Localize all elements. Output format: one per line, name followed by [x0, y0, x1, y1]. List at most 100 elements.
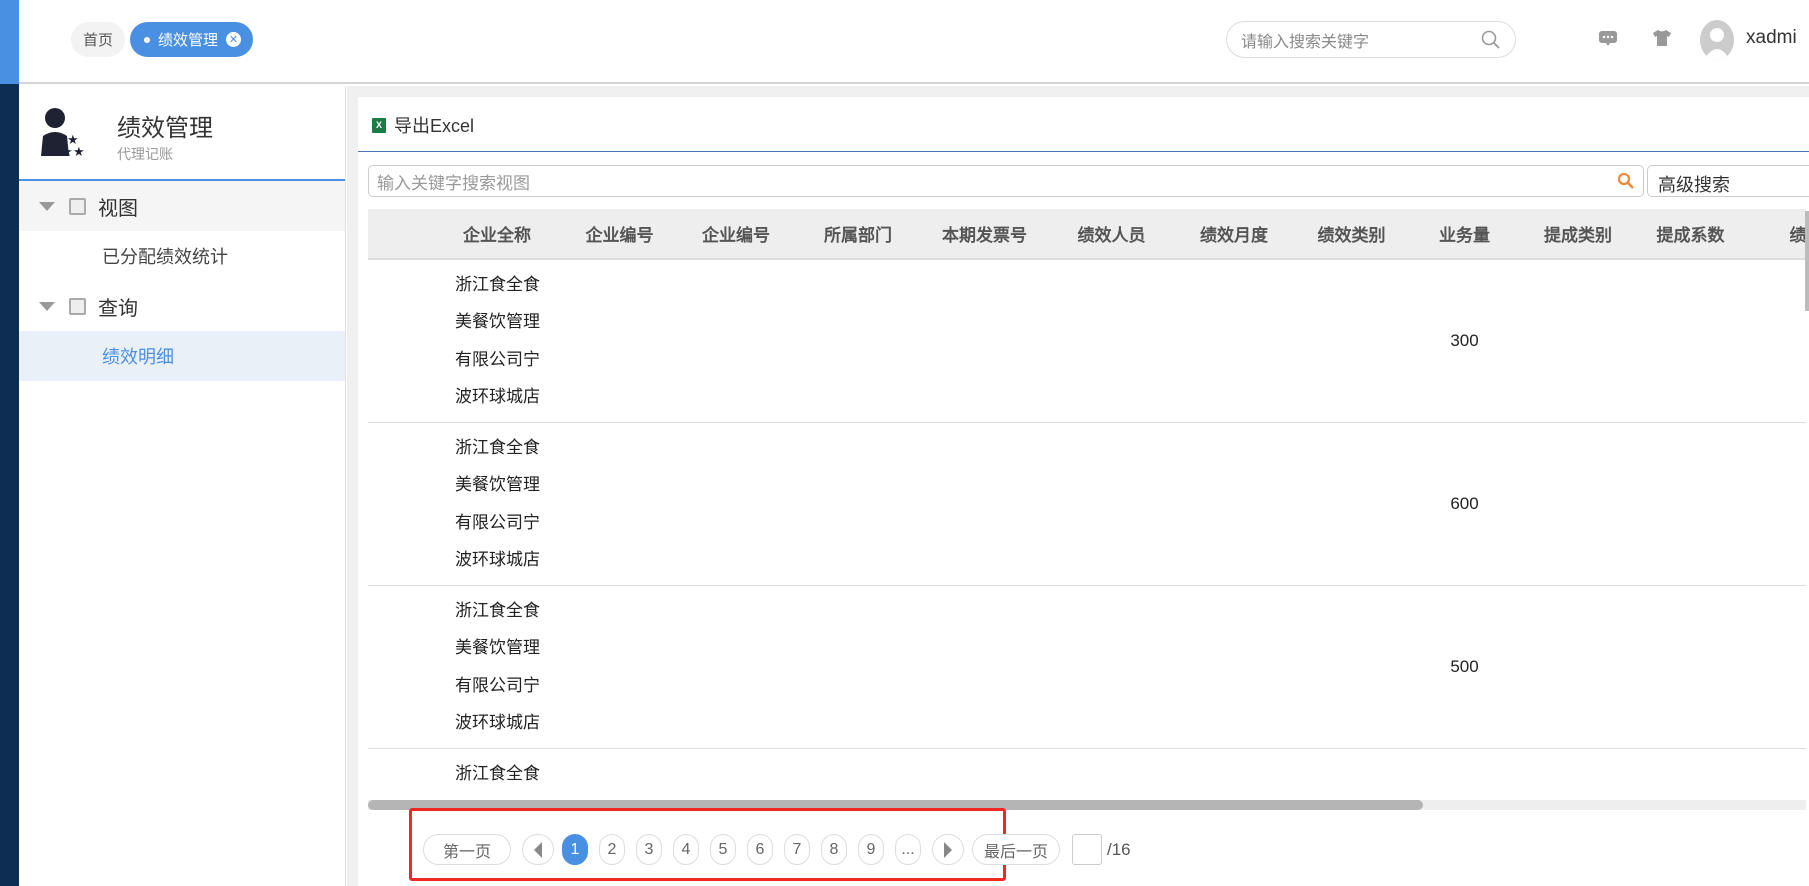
view-search-input[interactable]: 输入关键字搜索视图 [368, 165, 1644, 197]
sidebar-header: ★ ★ ★ 绩效管理 代理记账 [19, 86, 345, 181]
caret-left-icon [534, 841, 542, 858]
divider [358, 151, 1809, 152]
search-placeholder: 请输入搜索关键字 [1241, 33, 1370, 51]
table-cell [1636, 748, 1745, 799]
close-icon[interactable]: ✕ [226, 32, 242, 47]
sidebar: ★ ★ ★ 绩效管理 代理记账 视图 已分配绩效统计 查询 绩效明细 [19, 86, 346, 886]
page-button[interactable]: 2 [599, 834, 625, 865]
table-cell [563, 259, 676, 423]
column-header[interactable]: 企业全称 [368, 209, 563, 260]
last-page-button[interactable]: 最后一页 [972, 834, 1060, 865]
sidebar-title: 绩效管理 [117, 115, 213, 142]
table-cell [563, 748, 676, 799]
table-cell [676, 259, 796, 423]
pagination: 第一页 1 2 3 4 5 6 7 8 9... 最后一页 /16 [423, 834, 1131, 865]
table-cell [1049, 422, 1174, 586]
caret-down-icon [39, 201, 55, 211]
column-header[interactable]: 绩效类别 [1294, 209, 1409, 260]
company-cell: 浙江食全食美餐饮管理有限公司宁波环球城店 [368, 259, 563, 423]
page-button[interactable]: 8 [821, 834, 847, 865]
item-label: 绩效明细 [102, 347, 174, 367]
volume-cell: 500 [1409, 585, 1520, 749]
user-avatar[interactable] [1700, 20, 1734, 60]
table-cell [1520, 748, 1636, 799]
column-header[interactable]: 绩效月度 [1174, 209, 1294, 260]
next-page-button[interactable] [932, 834, 964, 865]
table-cell [676, 422, 796, 586]
active-dot-icon [144, 36, 150, 43]
export-excel-button[interactable]: X 导出Excel [372, 112, 474, 138]
table-cell [796, 585, 920, 749]
first-page-button[interactable]: 第一页 [423, 834, 511, 865]
tab-label: 首页 [83, 32, 114, 49]
company-cell: 浙江食全食美餐饮管理有限公司宁波环球城店 [368, 748, 563, 799]
caret-right-icon [944, 841, 952, 858]
message-icon[interactable] [1598, 28, 1618, 48]
table-cell [563, 585, 676, 749]
page-button[interactable]: 4 [673, 834, 699, 865]
page-button[interactable]: 7 [784, 834, 810, 865]
search-icon[interactable] [1617, 172, 1635, 190]
table-cell [1049, 748, 1174, 799]
excel-icon: X [372, 117, 386, 133]
svg-text:★: ★ [61, 144, 73, 158]
table-cell [676, 585, 796, 749]
page-button[interactable]: 9 [858, 834, 884, 865]
column-header[interactable]: 绩效 [1745, 209, 1806, 260]
table-cell [1520, 422, 1636, 586]
top-bar: 首页 绩效管理 ✕ [19, 0, 1809, 84]
table-cell [1174, 748, 1294, 799]
column-header[interactable]: 提成系数 [1636, 209, 1745, 260]
column-header[interactable]: 企业编号 [676, 209, 796, 260]
company-cell: 浙江食全食美餐饮管理有限公司宁波环球城店 [368, 422, 563, 586]
column-header[interactable]: 业务量 [1409, 209, 1520, 260]
table-cell [1520, 259, 1636, 423]
page-number-input[interactable] [1072, 834, 1102, 865]
table-cell [1174, 422, 1294, 586]
tab-label: 绩效管理 [158, 32, 219, 49]
page-button[interactable]: 6 [747, 834, 773, 865]
page-button[interactable]: 1 [562, 834, 588, 865]
advanced-search-button[interactable]: 高级搜索 [1647, 165, 1809, 197]
tab-performance[interactable]: 绩效管理 ✕ [130, 22, 254, 57]
table-cell [1520, 585, 1636, 749]
page-button[interactable]: 5 [710, 834, 736, 865]
view-search-placeholder: 输入关键字搜索视图 [377, 173, 530, 193]
column-header[interactable]: 企业编号 [563, 209, 676, 260]
table-row[interactable]: 浙江食全食美餐饮管理有限公司宁波环球城店 [368, 748, 1806, 799]
page-button[interactable]: ... [895, 834, 921, 865]
sidebar-group-query[interactable]: 查询 [19, 281, 345, 331]
table-cell [1636, 422, 1745, 586]
sidebar-item-performance-detail[interactable]: 绩效明细 [19, 331, 345, 381]
sidebar-item-assigned-stats[interactable]: 已分配绩效统计 [19, 231, 345, 281]
table-cell [676, 748, 796, 799]
table-cell [920, 585, 1049, 749]
table-row[interactable]: 浙江食全食美餐饮管理有限公司宁波环球城店 600 [368, 422, 1806, 586]
table-cell [563, 422, 676, 586]
table-cell [1174, 259, 1294, 423]
username[interactable]: xadmi [1746, 27, 1797, 49]
table-cell [1049, 259, 1174, 423]
sidebar-subtitle: 代理记账 [117, 146, 173, 162]
table-cell [1294, 585, 1409, 749]
table-cell [796, 259, 920, 423]
column-header[interactable]: 本期发票号 [920, 209, 1049, 260]
sidebar-group-view[interactable]: 视图 [19, 181, 345, 231]
page-button[interactable]: 3 [636, 834, 662, 865]
prev-page-button[interactable] [522, 834, 554, 865]
table-cell [1294, 748, 1409, 799]
table-cell [1745, 585, 1806, 749]
table-row[interactable]: 浙江食全食美餐饮管理有限公司宁波环球城店 300 [368, 259, 1806, 423]
search-icon[interactable] [1481, 30, 1501, 50]
query-icon [69, 297, 86, 315]
column-header[interactable]: 提成类别 [1520, 209, 1636, 260]
vertical-scrollbar[interactable] [1805, 211, 1809, 311]
tab-home[interactable]: 首页 [71, 22, 126, 57]
table-row[interactable]: 浙江食全食美餐饮管理有限公司宁波环球城店 500 [368, 585, 1806, 749]
item-label: 已分配绩效统计 [102, 247, 228, 267]
column-header[interactable]: 绩效人员 [1049, 209, 1174, 260]
column-header[interactable]: 所属部门 [796, 209, 920, 260]
page-total: /16 [1107, 839, 1131, 859]
global-search-input[interactable]: 请输入搜索关键字 [1226, 21, 1516, 58]
theme-shirt-icon[interactable] [1652, 28, 1672, 48]
